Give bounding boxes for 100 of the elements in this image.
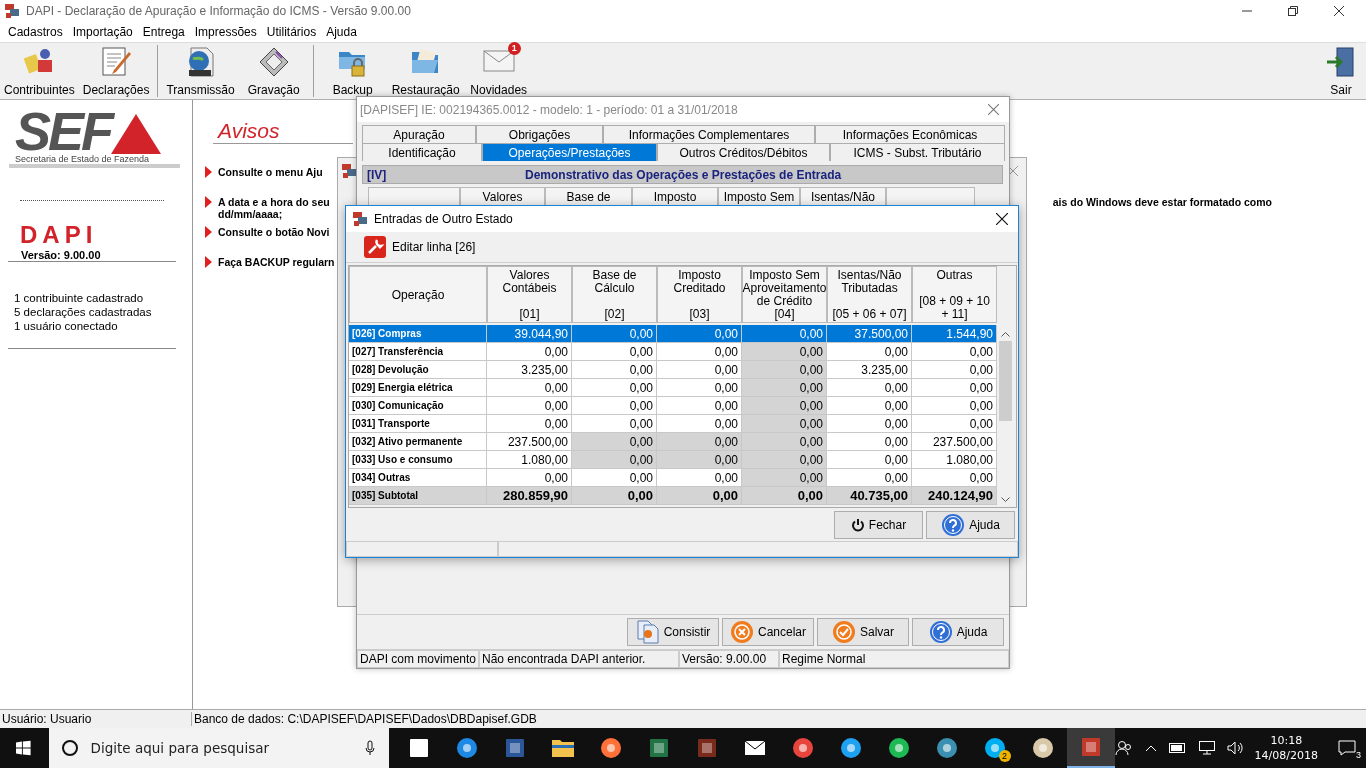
- start-icon[interactable]: [16, 740, 31, 756]
- row-label[interactable]: [029] Energia elétrica: [349, 379, 487, 397]
- table-cell[interactable]: 0,00: [827, 415, 912, 433]
- maximize-icon[interactable]: [1288, 6, 1298, 16]
- table-cell[interactable]: 0,00: [657, 325, 742, 343]
- row-label[interactable]: [028] Devolução: [349, 361, 487, 379]
- table-cell[interactable]: 37.500,00: [827, 325, 912, 343]
- table-cell[interactable]: 1.080,00: [912, 451, 997, 469]
- row-label[interactable]: [026] Compras: [349, 325, 487, 343]
- table-cell[interactable]: 0,00: [827, 469, 912, 487]
- tab[interactable]: Informações Complementares: [603, 125, 815, 143]
- table-cell[interactable]: 0,00: [827, 433, 912, 451]
- menu-item[interactable]: Ajuda: [321, 25, 362, 39]
- clock[interactable]: 10:18 14/08/2018: [1254, 733, 1318, 763]
- table-cell[interactable]: 0,00: [572, 361, 657, 379]
- table-cell[interactable]: 0,00: [487, 469, 572, 487]
- menu-item[interactable]: Importação: [67, 25, 138, 39]
- table-cell[interactable]: 3.235,00: [827, 361, 912, 379]
- toolbar-button[interactable]: Gravação: [238, 43, 309, 99]
- table-cell[interactable]: 240.124,90: [912, 487, 997, 505]
- table-cell[interactable]: 0,00: [827, 397, 912, 415]
- table-cell[interactable]: 0,00: [572, 415, 657, 433]
- edit-row-button[interactable]: Editar linha [26]: [364, 236, 476, 258]
- table-cell[interactable]: 0,00: [572, 379, 657, 397]
- menu-item[interactable]: Impressões: [189, 25, 262, 39]
- table-cell[interactable]: 0,00: [487, 379, 572, 397]
- exit-button[interactable]: Sair: [1316, 43, 1366, 99]
- table-cell[interactable]: 0,00: [742, 397, 827, 415]
- close-icon[interactable]: [996, 213, 1008, 225]
- dialog-button[interactable]: Fechar: [834, 510, 923, 539]
- table-cell[interactable]: 0,00: [742, 451, 827, 469]
- table-cell[interactable]: 0,00: [657, 397, 742, 415]
- table-cell[interactable]: 0,00: [827, 343, 912, 361]
- scroll-up-icon[interactable]: [1001, 331, 1010, 337]
- tab[interactable]: Identificação: [362, 143, 482, 161]
- tab[interactable]: Apuração: [362, 125, 476, 143]
- dialog-button[interactable]: Ajuda: [926, 510, 1015, 539]
- table-cell[interactable]: 0,00: [742, 415, 827, 433]
- people-icon[interactable]: [1114, 740, 1133, 756]
- taskbar-button[interactable]: 2: [970, 728, 1019, 768]
- table-cell[interactable]: 0,00: [572, 433, 657, 451]
- scroll-thumb[interactable]: [999, 341, 1012, 421]
- toolbar-button[interactable]: Contribuintes: [0, 43, 79, 99]
- table-cell[interactable]: 237.500,00: [487, 433, 572, 451]
- table-cell[interactable]: 0,00: [742, 469, 827, 487]
- table-cell[interactable]: 0,00: [572, 451, 657, 469]
- table-cell[interactable]: 0,00: [657, 469, 742, 487]
- notification-icon[interactable]: [1338, 740, 1356, 756]
- table-cell[interactable]: 0,00: [912, 469, 997, 487]
- search-field[interactable]: Digite aqui para pesquisar: [48, 728, 389, 768]
- table-cell[interactable]: 0,00: [487, 397, 572, 415]
- taskbar-button[interactable]: [1066, 728, 1115, 768]
- table-cell[interactable]: 0,00: [572, 469, 657, 487]
- table-cell[interactable]: 0,00: [827, 379, 912, 397]
- table-cell[interactable]: 280.859,90: [487, 487, 572, 505]
- table-cell[interactable]: 0,00: [912, 415, 997, 433]
- table-cell[interactable]: 3.235,00: [487, 361, 572, 379]
- toolbar-button[interactable]: Declarações: [78, 43, 154, 99]
- menu-item[interactable]: Cadastros: [3, 25, 68, 39]
- table-cell[interactable]: 0,00: [742, 361, 827, 379]
- table-cell[interactable]: 0,00: [572, 487, 657, 505]
- toolbar-button[interactable]: Transmissão: [162, 43, 239, 99]
- menu-item[interactable]: Utilitários: [261, 25, 322, 39]
- tab[interactable]: Operações/Prestações: [482, 143, 657, 161]
- table-cell[interactable]: 1.080,00: [487, 451, 572, 469]
- table-cell[interactable]: 0,00: [742, 487, 827, 505]
- tab[interactable]: Outros Créditos/Débitos: [657, 143, 830, 161]
- dialog-button[interactable]: Cancelar: [722, 618, 814, 646]
- table-cell[interactable]: 1.544,90: [912, 325, 997, 343]
- chevron-up-icon[interactable]: [1144, 744, 1157, 752]
- row-label[interactable]: [030] Comunicação: [349, 397, 487, 415]
- volume-icon[interactable]: [1226, 741, 1243, 755]
- table-cell[interactable]: 0,00: [912, 361, 997, 379]
- table-cell[interactable]: 0,00: [572, 343, 657, 361]
- table-cell[interactable]: 40.735,00: [827, 487, 912, 505]
- menu-item[interactable]: Entrega: [137, 25, 190, 39]
- table-cell[interactable]: 0,00: [742, 343, 827, 361]
- table-cell[interactable]: 0,00: [572, 325, 657, 343]
- network-icon[interactable]: [1198, 741, 1215, 755]
- tab[interactable]: ICMS - Subst. Tributário: [830, 143, 1005, 161]
- dialog-button[interactable]: Ajuda: [912, 618, 1004, 646]
- table-cell[interactable]: 0,00: [912, 379, 997, 397]
- row-label[interactable]: [031] Transporte: [349, 415, 487, 433]
- table-cell[interactable]: 0,00: [657, 361, 742, 379]
- table-cell[interactable]: 0,00: [657, 433, 742, 451]
- tab[interactable]: Informações Econômicas: [815, 125, 1005, 143]
- table-cell[interactable]: 0,00: [657, 415, 742, 433]
- row-label[interactable]: [027] Transferência: [349, 343, 487, 361]
- table-cell[interactable]: 0,00: [657, 379, 742, 397]
- scroll-down-icon[interactable]: [1001, 497, 1010, 503]
- close-icon[interactable]: [1334, 6, 1344, 16]
- table-cell[interactable]: 39.044,90: [487, 325, 572, 343]
- table-cell[interactable]: 0,00: [742, 433, 827, 451]
- table-cell[interactable]: 0,00: [487, 415, 572, 433]
- row-label[interactable]: [033] Uso e consumo: [349, 451, 487, 469]
- row-label[interactable]: [035] Subtotal: [349, 487, 487, 505]
- tab[interactable]: Obrigações: [476, 125, 603, 143]
- battery-icon[interactable]: [1168, 743, 1187, 753]
- table-cell[interactable]: 0,00: [742, 325, 827, 343]
- dialog-button[interactable]: Salvar: [817, 618, 909, 646]
